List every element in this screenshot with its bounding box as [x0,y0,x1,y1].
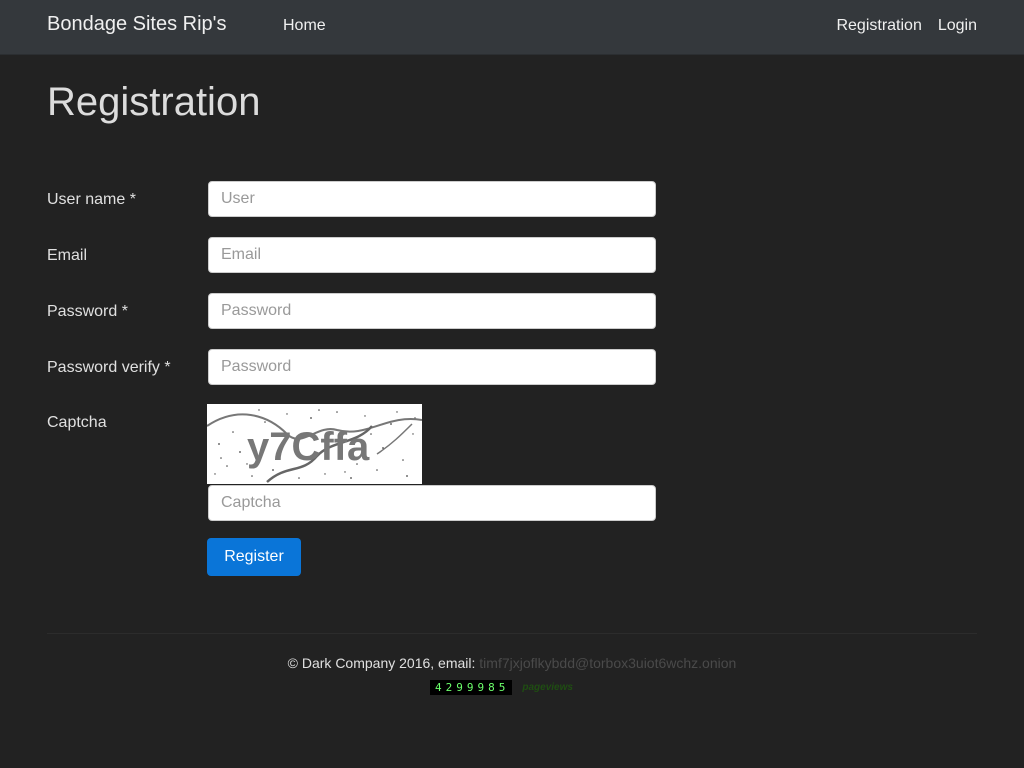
pageview-counter: 4299985 pageviews [430,680,573,695]
captcha-input[interactable] [208,485,656,521]
password-verify-row: Password verify * [47,349,656,385]
captcha-label: Captcha [47,414,107,431]
footer: © Dark Company 2016, email: timf7jxjoflk… [0,655,1024,671]
nav-home-link[interactable]: Home [283,17,326,35]
username-row: User name * [47,181,656,217]
captcha-image: y7Cffa [207,404,422,484]
footer-copyright: © Dark Company 2016, email: [287,655,480,671]
password-input[interactable] [208,293,656,329]
nav-login-link[interactable]: Login [938,17,977,35]
pageviews-label: pageviews [522,682,573,693]
captcha-text: y7Cffa [247,425,370,469]
email-input[interactable] [208,237,656,273]
email-row: Email [47,237,656,273]
username-label: User name * [47,191,136,208]
register-button[interactable]: Register [207,538,301,576]
page-title: Registration [47,80,261,124]
footer-email-link[interactable]: timf7jxjoflkybdd@torbox3uiot6wchz.onion [479,655,736,671]
email-label: Email [47,247,88,264]
navbar: Bondage Sites Rip's Home Registration Lo… [0,0,1024,55]
username-input[interactable] [208,181,656,217]
password-row: Password * [47,293,656,329]
password-verify-input[interactable] [208,349,656,385]
counter-digits: 4299985 [430,680,513,695]
footer-divider [47,633,977,634]
password-label: Password * [47,303,128,320]
password-verify-label: Password verify * [47,359,171,376]
nav-registration-link[interactable]: Registration [836,17,921,35]
nav-right: Registration Login [836,17,977,35]
brand-link[interactable]: Bondage Sites Rip's [47,13,226,36]
captcha-noise: y7Cffa [207,409,422,483]
